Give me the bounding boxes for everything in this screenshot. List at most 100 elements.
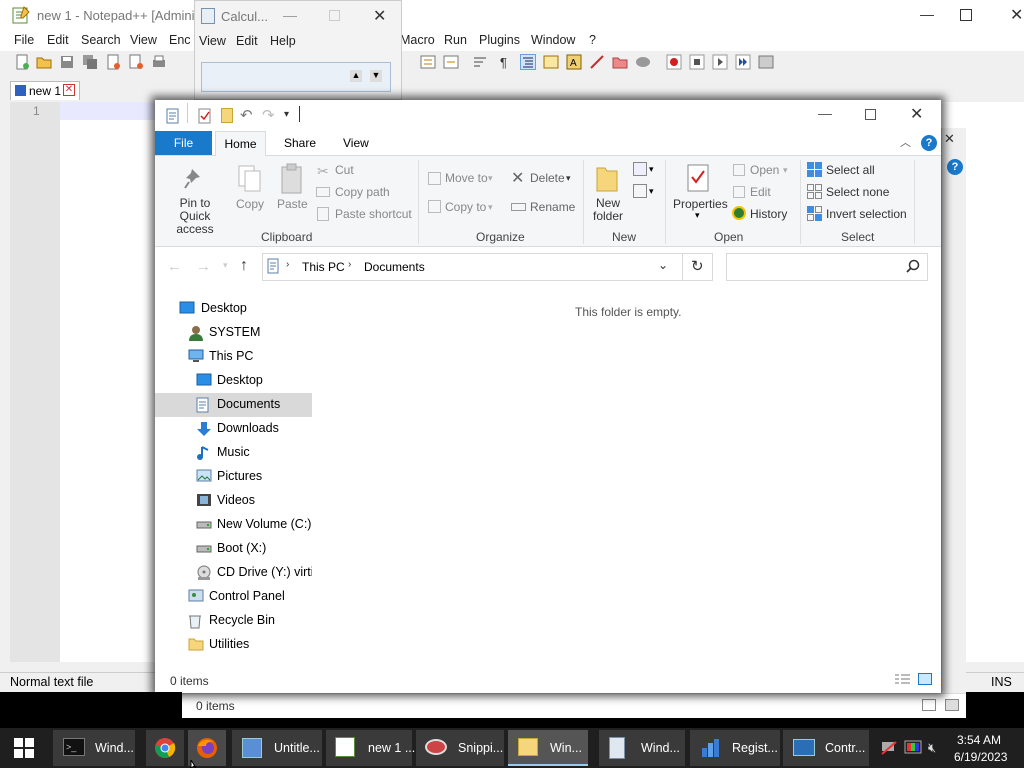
tree-item-system[interactable]: SYSTEM xyxy=(209,325,260,339)
tab-new-1[interactable]: new 1 ✕ xyxy=(10,81,80,100)
save-all-icon[interactable] xyxy=(82,54,98,70)
notepad-menu-view[interactable]: View xyxy=(130,33,157,47)
tree-item-this-pc[interactable]: This PC xyxy=(209,349,253,363)
tree-item-utilities[interactable]: Utilities xyxy=(209,637,249,651)
taskbar-calculator[interactable]: Wind... xyxy=(599,730,685,766)
new-item-icon[interactable] xyxy=(633,162,647,176)
cut-button[interactable]: Cut xyxy=(335,163,354,177)
monitoring-icon[interactable] xyxy=(635,54,651,70)
move-to-button[interactable]: Move to xyxy=(445,171,488,185)
notepad-menu-help[interactable]: ? xyxy=(589,33,596,47)
close-file-icon[interactable] xyxy=(105,54,121,70)
explorer-maximize-button[interactable] xyxy=(865,109,876,120)
notepad-menu-file[interactable]: File xyxy=(14,33,34,47)
start-button[interactable] xyxy=(14,738,34,758)
notepad-menu-search[interactable]: Search xyxy=(81,33,121,47)
background-help-icon[interactable]: ? xyxy=(947,159,963,175)
properties-button[interactable]: Properties xyxy=(673,197,728,211)
breadcrumb-this-pc[interactable]: This PC xyxy=(302,260,345,274)
tree-item-recycle-bin[interactable]: Recycle Bin xyxy=(209,613,275,627)
forward-button[interactable]: → xyxy=(196,258,211,275)
taskbar-control-panel[interactable]: Contr... xyxy=(783,730,869,766)
large-icons-view-icon[interactable] xyxy=(918,673,932,685)
up-button[interactable]: ↑ xyxy=(240,257,248,275)
address-history-dropdown-icon[interactable]: ⌄ xyxy=(658,258,668,272)
network-icon[interactable] xyxy=(880,740,898,756)
tree-item-pictures[interactable]: Pictures xyxy=(217,469,262,483)
tree-item-documents[interactable]: Documents xyxy=(217,397,280,411)
copy-to-dropdown-icon[interactable]: ▾ xyxy=(488,202,493,213)
taskbar-terminal[interactable]: >_ Wind... xyxy=(53,730,135,766)
notepad-close-button[interactable]: ✕ xyxy=(1010,5,1023,25)
help-icon[interactable]: ? xyxy=(921,135,937,151)
rename-button[interactable]: Rename xyxy=(530,200,575,214)
invert-selection-button[interactable]: Invert selection xyxy=(826,207,907,221)
calculator-history-down-icon[interactable]: ▼ xyxy=(370,70,382,82)
qat-redo-icon[interactable]: ↷ xyxy=(262,106,275,124)
tree-item-downloads[interactable]: Downloads xyxy=(217,421,279,435)
taskbar-file-explorer[interactable]: Win... xyxy=(508,730,588,766)
ribbon-collapse-icon[interactable]: ︿ xyxy=(900,134,911,150)
save-macro-icon[interactable] xyxy=(758,54,774,70)
taskbar-notepad-plus[interactable]: new 1 ... xyxy=(326,730,415,766)
taskbar-snipping-tool[interactable]: Snippi... xyxy=(416,730,504,766)
notepad-menu-window[interactable]: Window xyxy=(531,33,575,47)
new-item-dropdown-icon[interactable]: ▾ xyxy=(649,164,654,175)
show-all-chars-icon[interactable]: ¶ xyxy=(497,54,513,70)
tree-item-control-panel[interactable]: Control Panel xyxy=(209,589,285,603)
qat-undo-icon[interactable]: ↶ xyxy=(240,106,253,124)
tab-file[interactable]: File xyxy=(155,131,212,155)
calculator-menu-edit[interactable]: Edit xyxy=(236,34,258,48)
calculator-menu-help[interactable]: Help xyxy=(270,34,296,48)
tree-item-cd-drive-y[interactable]: CD Drive (Y:) virtic xyxy=(217,565,312,579)
display-icon[interactable] xyxy=(904,740,922,756)
tree-item-videos[interactable]: Videos xyxy=(217,493,255,507)
calculator-maximize-button[interactable] xyxy=(329,10,340,21)
save-icon[interactable] xyxy=(59,54,75,70)
history-button[interactable]: History xyxy=(750,207,787,221)
tab-home[interactable]: Home xyxy=(215,131,266,156)
new-folder-button[interactable]: New folder xyxy=(592,197,624,223)
taskbar-paint[interactable]: Untitle... xyxy=(232,730,322,766)
easy-access-dropdown-icon[interactable]: ▾ xyxy=(649,186,654,197)
calculator-history-up-icon[interactable]: ▲ xyxy=(350,70,362,82)
explorer-close-button[interactable]: ✕ xyxy=(910,104,923,124)
behind-details-view-icon[interactable] xyxy=(922,699,936,711)
notepad-menu-edit[interactable]: Edit xyxy=(47,33,69,47)
breadcrumb-separator-icon[interactable]: › xyxy=(348,259,351,270)
sync-horizontal-icon[interactable] xyxy=(443,54,459,70)
move-to-dropdown-icon[interactable]: ▾ xyxy=(488,173,493,184)
calculator-close-button[interactable]: ✕ xyxy=(373,6,386,26)
user-language-icon[interactable] xyxy=(543,54,559,70)
recent-locations-icon[interactable]: ▾ xyxy=(223,260,228,271)
search-input[interactable] xyxy=(726,253,928,281)
open-button[interactable]: Open xyxy=(750,163,779,177)
open-file-icon[interactable] xyxy=(36,54,52,70)
notepad-menu-plugins[interactable]: Plugins xyxy=(479,33,520,47)
copy-to-button[interactable]: Copy to xyxy=(445,200,486,214)
run-macro-multiple-icon[interactable] xyxy=(735,54,751,70)
tab-view[interactable]: View xyxy=(343,136,369,150)
delete-button[interactable]: Delete xyxy=(530,171,565,185)
tree-item-new-volume-c[interactable]: New Volume (C:) xyxy=(217,517,311,531)
copy-path-button[interactable]: Copy path xyxy=(335,185,390,199)
notepad-menu-encoding[interactable]: Enc xyxy=(169,33,191,47)
calculator-menu-view[interactable]: View xyxy=(199,34,226,48)
breadcrumb-separator-icon[interactable]: › xyxy=(286,259,289,270)
behind-large-icons-view-icon[interactable] xyxy=(945,699,959,711)
notepad-maximize-button[interactable] xyxy=(960,9,972,21)
breadcrumb-documents[interactable]: Documents xyxy=(364,260,425,274)
tree-item-boot-x[interactable]: Boot (X:) xyxy=(217,541,266,555)
notepad-minimize-button[interactable]: — xyxy=(920,6,934,22)
doc-map-icon[interactable]: A xyxy=(566,54,582,70)
play-macro-icon[interactable] xyxy=(712,54,728,70)
qat-new-folder-icon[interactable] xyxy=(221,108,233,123)
easy-access-icon[interactable] xyxy=(633,184,647,198)
tray-date[interactable]: 6/19/2023 xyxy=(954,750,1007,764)
refresh-button[interactable]: ↻ xyxy=(691,257,704,275)
select-none-button[interactable]: Select none xyxy=(826,185,889,199)
taskbar-chrome[interactable] xyxy=(146,730,184,766)
notepad-menu-macro[interactable]: Macro xyxy=(400,33,435,47)
taskbar-registry-editor[interactable]: Regist... xyxy=(690,730,780,766)
close-all-icon[interactable] xyxy=(128,54,144,70)
